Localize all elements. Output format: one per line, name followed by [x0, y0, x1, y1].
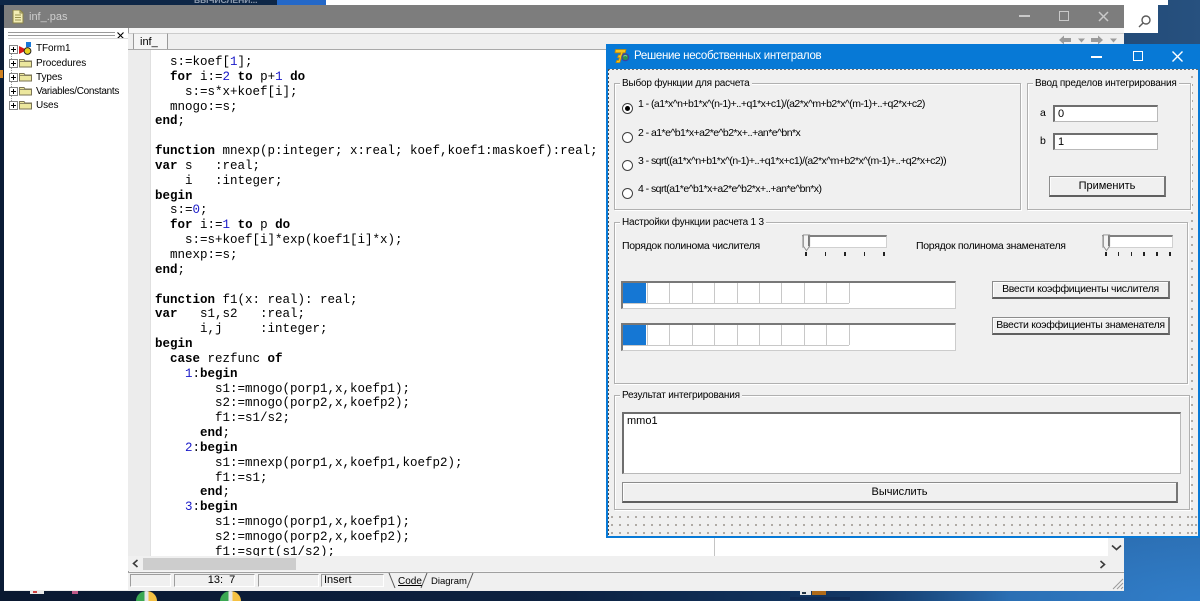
- svg-text:Diagram: Diagram: [431, 576, 467, 587]
- svg-text:Code: Code: [398, 576, 422, 587]
